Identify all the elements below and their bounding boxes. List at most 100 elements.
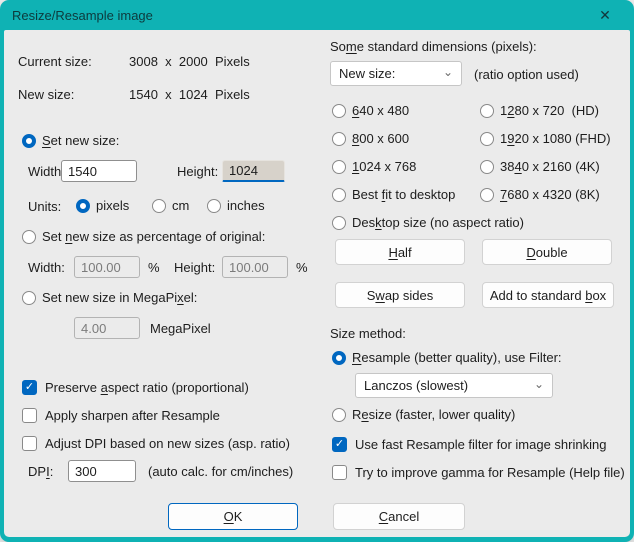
- radio-label: 640 x 480: [352, 103, 409, 118]
- checkbox-icon: ✓: [332, 437, 347, 452]
- width-input[interactable]: [61, 160, 137, 182]
- radio-label: 1920 x 1080 (FHD): [500, 131, 611, 146]
- cancel-button[interactable]: Cancel: [333, 503, 465, 530]
- radio-icon: [480, 132, 494, 146]
- ok-button[interactable]: OK: [168, 503, 298, 530]
- percentage-row: Width: % Height: %: [4, 256, 324, 280]
- megapixel-row: MegaPixel: [4, 317, 324, 341]
- megapixel-input[interactable]: [74, 317, 140, 339]
- pct-height-label: Height:: [174, 260, 215, 275]
- check-icon: ✓: [25, 382, 34, 393]
- checkbox-improve-gamma[interactable]: Try to improve gamma for Resample (Help …: [332, 465, 625, 480]
- new-size-row: New size: 1540 x 1024 Pixels: [18, 86, 250, 102]
- cancel-button-label: Cancel: [379, 509, 419, 524]
- checkbox-icon: [22, 408, 37, 423]
- current-size-label: Current size:: [18, 54, 129, 69]
- radio-label: Set new size in MegaPixel:: [42, 290, 197, 305]
- current-size-row: Current size: 3008 x 2000 Pixels: [18, 53, 250, 69]
- checkbox-icon: [22, 436, 37, 451]
- radio-label: 1280 x 720 (HD): [500, 103, 599, 118]
- chevron-down-icon: ⌄: [534, 377, 544, 391]
- radio-7680x4320[interactable]: 7680 x 4320 (8K): [480, 187, 600, 202]
- radio-label: Set new size:: [42, 133, 119, 148]
- check-icon: ✓: [335, 439, 344, 450]
- add-to-standard-box-button[interactable]: Add to standard box: [482, 282, 614, 308]
- radio-1280x720[interactable]: 1280 x 720 (HD): [480, 103, 599, 118]
- radio-label: pixels: [96, 198, 129, 213]
- close-icon: ✕: [599, 7, 611, 24]
- radio-best-fit-desktop[interactable]: Best fit to desktop: [332, 187, 455, 202]
- dpi-input[interactable]: [68, 460, 136, 482]
- radio-3840x2160[interactable]: 3840 x 2160 (4K): [480, 159, 600, 174]
- radio-icon: [332, 216, 346, 230]
- checkbox-label: Preserve aspect ratio (proportional): [45, 380, 249, 395]
- radio-icon: [332, 351, 346, 365]
- pct-height-percent-sign: %: [296, 260, 308, 275]
- close-button[interactable]: ✕: [588, 2, 622, 28]
- radio-label: 800 x 600: [352, 131, 409, 146]
- ratio-option-hint: (ratio option used): [474, 67, 579, 82]
- dpi-label: DPI:: [28, 464, 53, 479]
- radio-set-new-size[interactable]: Set new size:: [22, 133, 119, 148]
- checkbox-label: Adjust DPI based on new sizes (asp. rati…: [45, 436, 290, 451]
- radio-units-inches[interactable]: inches: [207, 198, 265, 213]
- standard-size-combobox[interactable]: New size: ⌄: [330, 61, 462, 86]
- radio-label: Set new size as percentage of original:: [42, 229, 265, 244]
- radio-icon: [332, 132, 346, 146]
- radio-icon: [207, 199, 221, 213]
- ok-button-label: OK: [224, 509, 243, 524]
- radio-label: Resample (better quality), use Filter:: [352, 350, 562, 365]
- pct-height-input[interactable]: [222, 256, 288, 278]
- radio-label: 1024 x 768: [352, 159, 416, 174]
- swap-sides-button[interactable]: Swap sides: [335, 282, 465, 308]
- pct-width-input[interactable]: [74, 256, 140, 278]
- resize-resample-dialog: Resize/Resample image ✕ Current size: 30…: [0, 0, 634, 542]
- radio-icon: [152, 199, 166, 213]
- radio-resize[interactable]: Resize (faster, lower quality): [332, 407, 515, 422]
- combobox-value: Lanczos (slowest): [364, 378, 534, 393]
- radio-icon: [480, 104, 494, 118]
- radio-icon: [332, 408, 346, 422]
- radio-800x600[interactable]: 800 x 600: [332, 131, 409, 146]
- checkbox-preserve-aspect[interactable]: ✓ Preserve aspect ratio (proportional): [22, 380, 249, 395]
- checkbox-apply-sharpen[interactable]: Apply sharpen after Resample: [22, 408, 220, 423]
- radio-icon: [480, 160, 494, 174]
- filter-combobox[interactable]: Lanczos (slowest) ⌄: [355, 373, 553, 398]
- half-button-label: Half: [388, 245, 411, 260]
- radio-640x480[interactable]: 640 x 480: [332, 103, 409, 118]
- checkbox-fast-resample[interactable]: ✓ Use fast Resample filter for image shr…: [332, 437, 606, 452]
- swap-sides-button-label: Swap sides: [367, 288, 433, 303]
- double-button[interactable]: Double: [482, 239, 612, 265]
- radio-icon: [332, 104, 346, 118]
- titlebar: Resize/Resample image ✕: [0, 0, 634, 30]
- new-size-label: New size:: [18, 87, 129, 102]
- half-button[interactable]: Half: [335, 239, 465, 265]
- radio-icon: [22, 134, 36, 148]
- radio-1024x768[interactable]: 1024 x 768: [332, 159, 416, 174]
- radio-units-cm[interactable]: cm: [152, 198, 189, 213]
- units-row: Units: pixels cm inches: [4, 198, 324, 216]
- radio-icon: [480, 188, 494, 202]
- height-label: Height:: [177, 164, 218, 179]
- current-size-value: 3008 x 2000 Pixels: [129, 54, 250, 69]
- checkbox-adjust-dpi[interactable]: Adjust DPI based on new sizes (asp. rati…: [22, 436, 290, 451]
- radio-label: Resize (faster, lower quality): [352, 407, 515, 422]
- radio-units-pixels[interactable]: pixels: [76, 198, 129, 213]
- radio-label: 7680 x 4320 (8K): [500, 187, 600, 202]
- radio-desktop-size[interactable]: Desktop size (no aspect ratio): [332, 215, 524, 230]
- combobox-value: New size:: [339, 66, 443, 81]
- radio-icon: [332, 188, 346, 202]
- pct-width-label: Width:: [28, 260, 65, 275]
- checkbox-label: Use fast Resample filter for image shrin…: [355, 437, 606, 452]
- radio-resample[interactable]: Resample (better quality), use Filter:: [332, 350, 562, 365]
- radio-1920x1080[interactable]: 1920 x 1080 (FHD): [480, 131, 611, 146]
- megapixel-unit-label: MegaPixel: [150, 321, 211, 336]
- radio-set-megapixel[interactable]: Set new size in MegaPixel:: [22, 290, 197, 305]
- radio-set-percentage[interactable]: Set new size as percentage of original:: [22, 229, 265, 244]
- dialog-body: Current size: 3008 x 2000 Pixels New siz…: [4, 30, 630, 537]
- radio-label: Desktop size (no aspect ratio): [352, 215, 524, 230]
- radio-label: inches: [227, 198, 265, 213]
- radio-icon: [22, 291, 36, 305]
- chevron-down-icon: ⌄: [443, 65, 453, 79]
- height-input[interactable]: [222, 160, 285, 182]
